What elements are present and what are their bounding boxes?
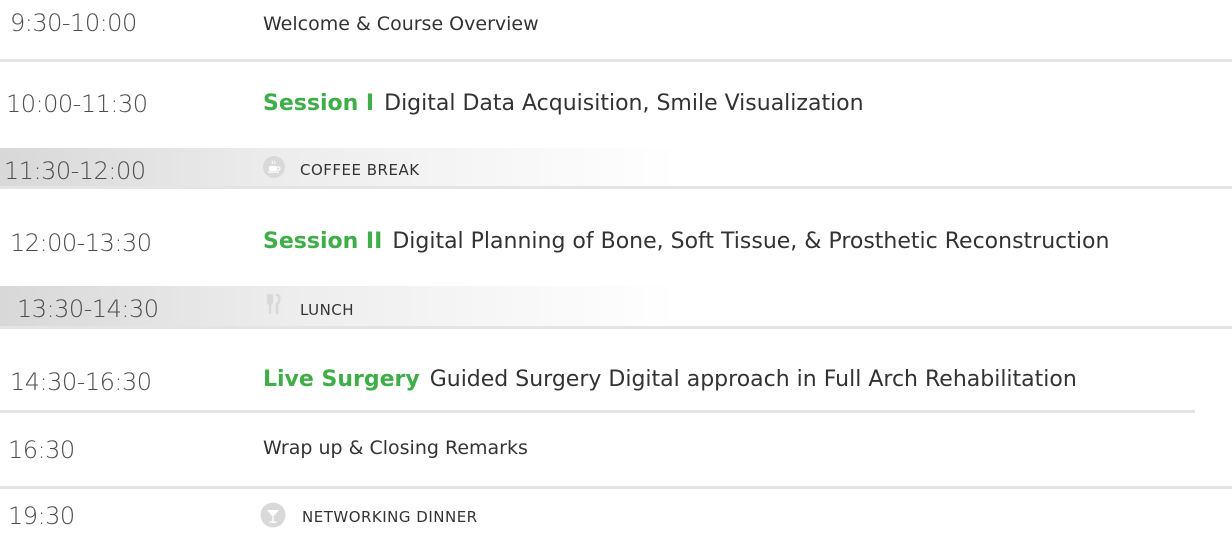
- session-title: Digital Data Acquisition, Smile Visualiz…: [384, 91, 864, 116]
- break-label: NETWORKING DINNER: [302, 508, 478, 526]
- session-tag: Session I: [263, 91, 375, 116]
- session-title: Guided Surgery Digital approach in Full …: [429, 367, 1077, 392]
- schedule-time: 10:00-11:30: [6, 90, 148, 118]
- schedule-title: Session I Digital Data Acquisition, Smile…: [263, 93, 864, 115]
- schedule-time: 14:30-16:30: [10, 368, 152, 396]
- schedule-time: 12:00-13:30: [10, 229, 152, 257]
- schedule-time: 19:30: [8, 502, 75, 530]
- schedule-title: Live Surgery Guided Surgery Digital appro…: [263, 369, 1077, 391]
- break-label: LUNCH: [300, 301, 355, 319]
- fork-knife-icon: [262, 292, 286, 316]
- break-row-band: [0, 148, 1232, 188]
- row-divider: [0, 186, 1232, 189]
- schedule-time: 11:30-12:00: [4, 157, 146, 185]
- session-title: Digital Planning of Bone, Soft Tissue, &…: [392, 229, 1110, 254]
- break-label: COFFEE BREAK: [300, 161, 420, 179]
- schedule-title: Welcome & Course Overview: [263, 13, 539, 35]
- row-divider: [0, 410, 1195, 413]
- row-divider: [0, 326, 1232, 329]
- cocktail-glass-icon: [260, 502, 286, 528]
- session-tag: Session II: [263, 229, 383, 254]
- lunch-row-band: [0, 286, 1232, 326]
- schedule-time: 16:30: [8, 436, 75, 464]
- session-tag: Live Surgery: [263, 367, 420, 392]
- schedule-title: Wrap up & Closing Remarks: [263, 437, 528, 459]
- coffee-cup-icon: [262, 155, 286, 179]
- schedule-time: 9:30-10:00: [10, 9, 137, 37]
- schedule-time: 13:30-14:30: [17, 295, 159, 323]
- schedule-title: Session II Digital Planning of Bone, Soft…: [263, 231, 1109, 253]
- row-divider: [0, 486, 1232, 489]
- row-divider: [0, 59, 1232, 62]
